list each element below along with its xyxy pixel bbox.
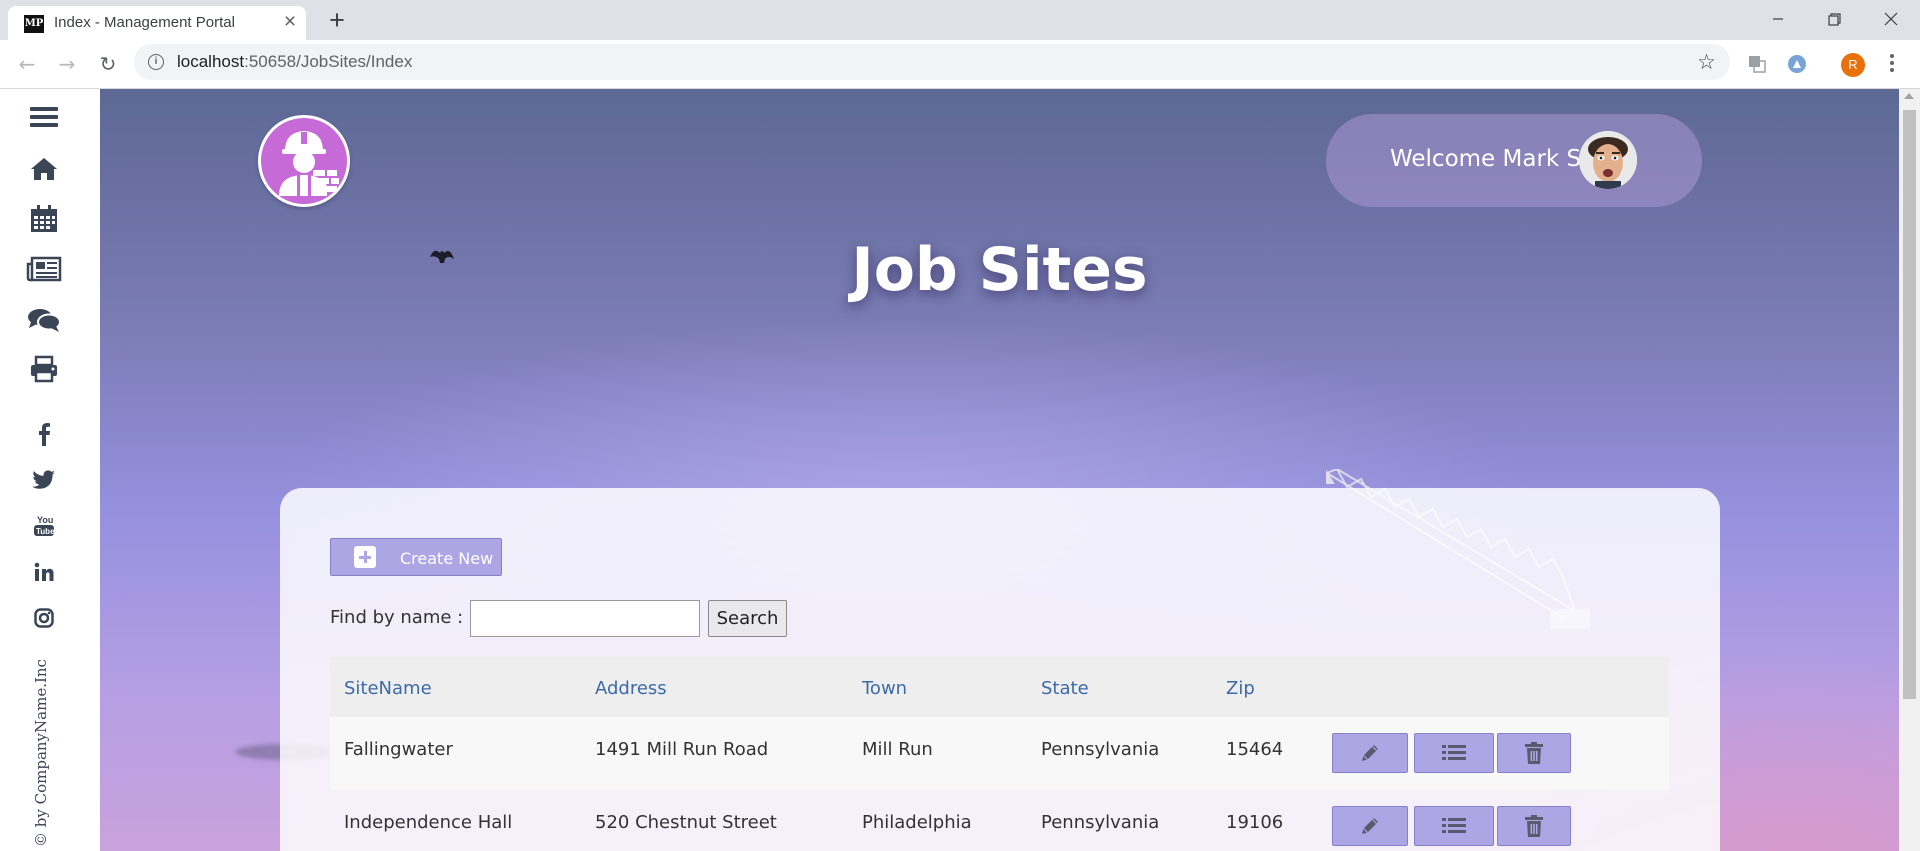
edit-icon <box>1362 818 1378 834</box>
search-input[interactable] <box>470 600 700 637</box>
column-header-state[interactable]: State <box>1041 678 1089 699</box>
details-icon <box>1442 818 1466 833</box>
menu-icon[interactable] <box>24 99 64 135</box>
svg-text:You: You <box>37 515 53 525</box>
worker-logo-icon <box>279 131 339 196</box>
calendar-icon[interactable] <box>24 201 64 237</box>
reload-icon[interactable]: ↻ <box>96 52 120 76</box>
back-icon[interactable]: ← <box>15 52 39 76</box>
cell-sitename: Fallingwater <box>344 739 453 760</box>
page-title: Job Sites <box>851 235 1148 305</box>
company-logo[interactable] <box>258 115 350 207</box>
scroll-thumb[interactable] <box>1903 110 1916 699</box>
url-text[interactable]: localhost:50658/JobSites/Index <box>177 52 412 72</box>
edit-icon <box>1362 745 1378 761</box>
extension-compass-icon[interactable] <box>1787 54 1807 74</box>
close-window-icon[interactable] <box>1862 0 1918 40</box>
scroll-up-arrow-icon[interactable] <box>1904 93 1914 99</box>
find-by-name-label: Find by name : <box>330 607 464 628</box>
cell-town: Philadelphia <box>862 812 972 833</box>
url-host: localhost <box>177 52 245 71</box>
facebook-icon[interactable] <box>24 416 64 452</box>
extension-translate-icon[interactable] <box>1747 54 1767 74</box>
instagram-icon[interactable] <box>24 600 64 636</box>
chrome-menu-icon[interactable] <box>1888 51 1896 75</box>
plus-square-icon <box>354 546 376 568</box>
print-icon[interactable] <box>24 351 64 387</box>
close-tab-icon[interactable]: × <box>280 11 300 33</box>
site-favicon: MP <box>24 15 44 33</box>
twitter-icon[interactable] <box>24 462 64 498</box>
url-path: :50658/JobSites/Index <box>244 52 413 71</box>
youtube-icon[interactable]: You Tube <box>24 508 64 544</box>
edit-button[interactable] <box>1332 806 1408 846</box>
cell-state: Pennsylvania <box>1041 812 1160 833</box>
create-new-button[interactable]: Create New <box>330 538 502 576</box>
new-tab-icon[interactable]: + <box>323 6 351 34</box>
sidebar: You Tube © by CompanyName.Inc <box>0 89 100 851</box>
delete-button[interactable] <box>1497 806 1571 846</box>
site-info-icon[interactable]: i <box>148 54 164 70</box>
details-button[interactable] <box>1414 733 1494 773</box>
page-viewport: You Tube © by CompanyName.Inc Welcome Ma… <box>0 89 1920 851</box>
cell-address: 1491 Mill Run Road <box>595 739 769 760</box>
create-new-label: Create New <box>400 549 494 568</box>
job-sites-panel: Create New Find by name : Search SiteNam… <box>280 488 1720 851</box>
news-icon[interactable] <box>24 251 64 287</box>
profile-avatar[interactable]: R <box>1841 53 1865 77</box>
column-header-town[interactable]: Town <box>862 678 907 699</box>
restore-icon[interactable] <box>1806 0 1862 40</box>
column-header-zip[interactable]: Zip <box>1226 678 1255 699</box>
forward-icon[interactable]: → <box>55 52 79 76</box>
delete-button[interactable] <box>1497 733 1571 773</box>
details-button[interactable] <box>1414 806 1494 846</box>
welcome-text: Welcome Mark S <box>1390 146 1582 172</box>
comments-icon[interactable] <box>24 302 64 338</box>
details-icon <box>1442 745 1466 760</box>
cell-zip: 19106 <box>1226 812 1284 833</box>
home-icon[interactable] <box>24 151 64 187</box>
main-content: Welcome Mark S Job Sites Create New Find… <box>100 89 1899 851</box>
browser-toolbar: ← → ↻ i localhost:50658/JobSites/Index ☆… <box>0 40 1920 89</box>
browser-tabstrip: MP Index - Management Portal × + <box>0 0 1920 40</box>
cell-state: Pennsylvania <box>1041 739 1160 760</box>
delete-icon <box>1525 742 1543 764</box>
page-scrollbar[interactable] <box>1899 89 1920 851</box>
table-header: SiteName Address Town State Zip <box>330 657 1669 717</box>
delete-icon <box>1525 815 1543 837</box>
cell-address: 520 Chestnut Street <box>595 812 777 833</box>
bookmark-star-icon[interactable]: ☆ <box>1697 49 1716 75</box>
user-welcome-pill[interactable]: Welcome Mark S <box>1326 114 1702 207</box>
address-bar[interactable]: i localhost:50658/JobSites/Index ☆ <box>134 44 1730 80</box>
copyright-text: © by CompanyName.Inc <box>32 659 50 847</box>
search-button[interactable]: Search <box>708 600 787 637</box>
edit-button[interactable] <box>1332 733 1408 773</box>
svg-text:Tube: Tube <box>36 527 55 536</box>
minimize-icon[interactable] <box>1750 0 1806 40</box>
user-avatar[interactable] <box>1579 131 1637 189</box>
tab-title: Index - Management Portal <box>54 14 235 31</box>
cell-sitename: Independence Hall <box>344 812 513 833</box>
column-header-address[interactable]: Address <box>595 678 667 699</box>
linkedin-icon[interactable] <box>24 554 64 590</box>
column-header-sitename[interactable]: SiteName <box>344 678 432 699</box>
table-row: Fallingwater 1491 Mill Run Road Mill Run… <box>330 717 1669 790</box>
table-row: Independence Hall 520 Chestnut Street Ph… <box>330 790 1669 851</box>
cell-town: Mill Run <box>862 739 933 760</box>
browser-tab[interactable]: MP Index - Management Portal × <box>8 6 306 40</box>
cell-zip: 15464 <box>1226 739 1284 760</box>
